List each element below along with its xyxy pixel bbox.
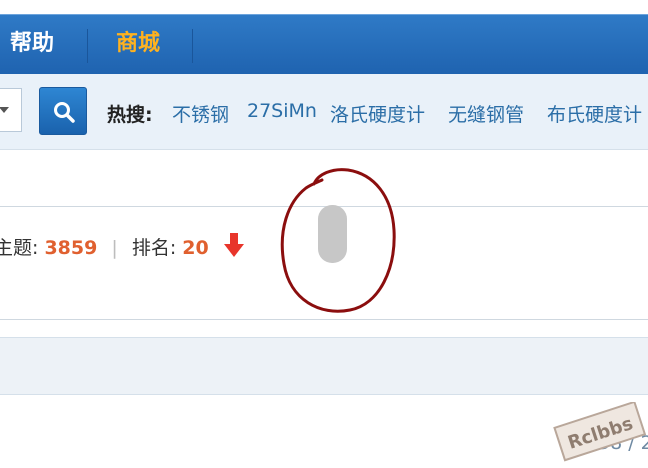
topics-label: 主题:: [0, 237, 39, 259]
rclbbs-watermark-stamp: Rclbbs: [553, 402, 647, 462]
main-nav-bar: 帮助 商城: [0, 14, 648, 74]
hot-search-term[interactable]: 布氏硬度计: [547, 100, 642, 127]
hot-search-term[interactable]: 27SiMn: [247, 100, 317, 122]
hot-search-term[interactable]: 无缝钢管: [448, 100, 524, 127]
nav-separator: [192, 29, 193, 63]
search-icon: [54, 102, 75, 123]
hot-search-label: 热搜:: [107, 104, 153, 126]
section-band: [0, 337, 648, 395]
hand-drawn-circle-annotation: [280, 168, 396, 313]
hot-search-term[interactable]: 洛氏硬度计: [330, 100, 425, 127]
search-button[interactable]: [39, 87, 87, 135]
search-row: 热搜: 不锈钢 27SiMn 洛氏硬度计 无缝钢管 布氏硬度计: [0, 74, 648, 150]
chevron-down-icon: [0, 107, 9, 113]
nav-item-help[interactable]: 帮助: [10, 15, 54, 75]
rank-label: 排名:: [131, 237, 177, 259]
nav-separator: [87, 29, 88, 63]
stats-divider: |: [111, 237, 118, 259]
hot-search-term[interactable]: 不锈钢: [172, 100, 229, 127]
nav-item-mall[interactable]: 商城: [116, 15, 160, 75]
search-category-select[interactable]: [0, 88, 22, 132]
forum-stats: 主题: 3859 | 排名: 20: [0, 232, 245, 260]
topics-count: 3859: [44, 237, 98, 259]
rank-value: 20: [182, 237, 209, 259]
rank-down-arrow-icon: [223, 233, 244, 257]
top-strip: [0, 0, 648, 14]
